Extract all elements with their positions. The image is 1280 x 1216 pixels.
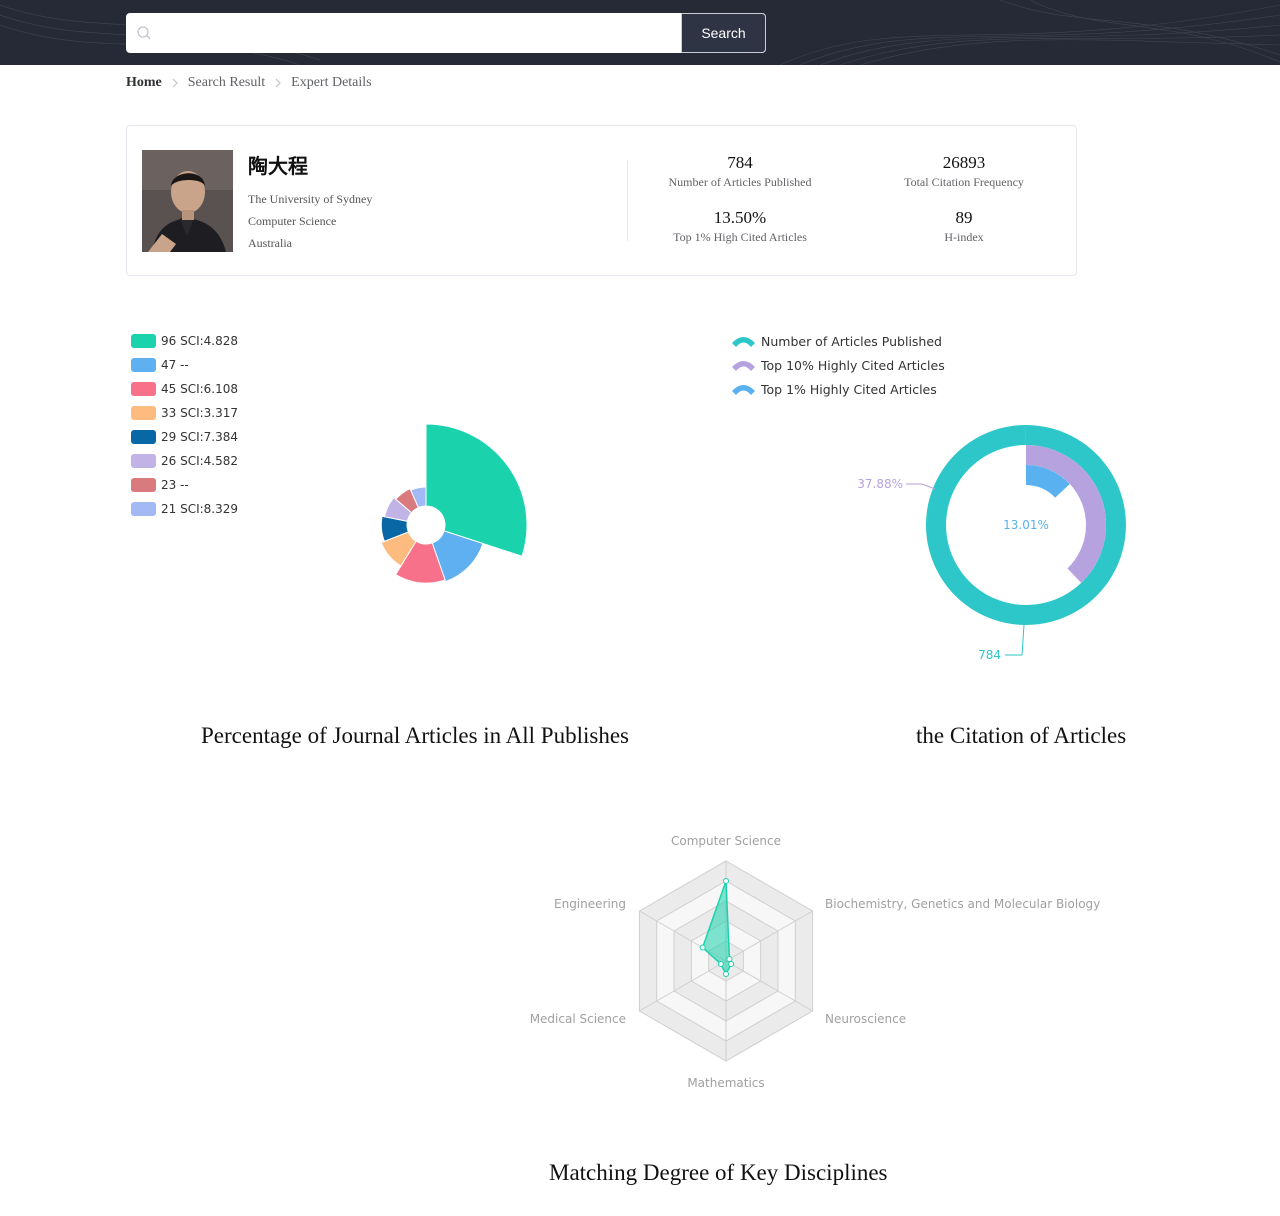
label-leader-line bbox=[906, 483, 936, 490]
radar-data-point[interactable] bbox=[723, 878, 729, 884]
radar-axis-label: Mathematics bbox=[687, 1076, 764, 1090]
donut-data-label: 13.01% bbox=[1003, 518, 1049, 532]
journal-chart-caption: Percentage of Journal Articles in All Pu… bbox=[201, 723, 629, 748]
radar-axis-label: Computer Science bbox=[671, 834, 781, 848]
citation-donut-chart: 784 37.88% 13.01% bbox=[857, 425, 1126, 662]
donut-data-label: 37.88% bbox=[857, 477, 903, 491]
radar-data-point[interactable] bbox=[728, 961, 735, 967]
radar-axis-label: Biochemistry, Genetics and Molecular Bio… bbox=[825, 897, 1100, 911]
journal-rose-chart bbox=[380, 423, 528, 584]
radar-axis-label: Medical Science bbox=[530, 1012, 626, 1026]
donut-data-label: 784 bbox=[978, 648, 1001, 662]
citation-chart-caption: the Citation of Articles bbox=[916, 723, 1127, 748]
radar-data-point[interactable] bbox=[717, 961, 724, 967]
radar-data-point[interactable] bbox=[723, 971, 729, 977]
radar-chart-caption: Matching Degree of Key Disciplines bbox=[549, 1160, 888, 1185]
radar-axis-label: Engineering bbox=[554, 897, 626, 911]
radar-data-point[interactable] bbox=[726, 956, 733, 962]
radar-axis-label: Neuroscience bbox=[825, 1012, 906, 1026]
charts-canvas: 784 37.88% 13.01% Computer Science Biochemi… bbox=[380, 423, 1126, 1090]
label-leader-line bbox=[1005, 624, 1025, 656]
disciplines-radar-chart: Computer Science Biochemistry, Genetics a… bbox=[530, 834, 1101, 1090]
radar-data-point[interactable] bbox=[699, 944, 706, 951]
